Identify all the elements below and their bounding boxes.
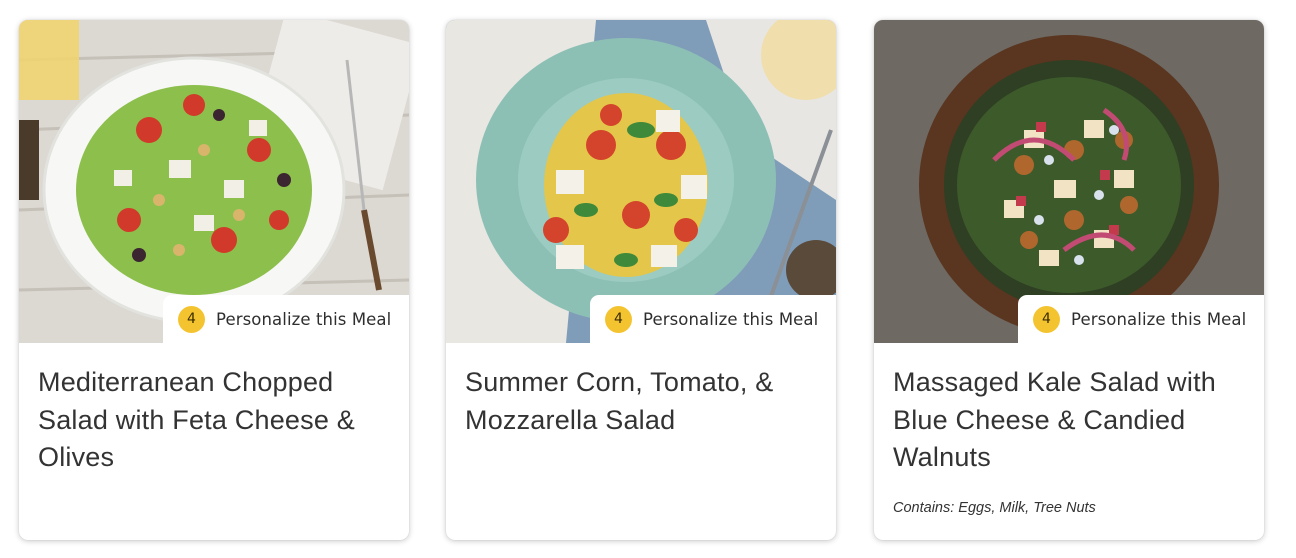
personalize-meal-badge[interactable]: 4 Personalize this Meal — [1018, 295, 1264, 343]
allergen-contains-text: Contains: Eggs, Milk, Tree Nuts — [893, 500, 1096, 516]
personalize-count-badge: 4 — [605, 305, 632, 333]
meal-card[interactable]: 4 Personalize this Meal Mediterranean Ch… — [19, 20, 409, 540]
meal-card[interactable]: 4 Personalize this Meal Massaged Kale Sa… — [874, 20, 1264, 540]
personalize-meal-label: Personalize this Meal — [1071, 309, 1247, 329]
personalize-meal-badge[interactable]: 4 Personalize this Meal — [163, 295, 409, 343]
meal-title[interactable]: Massaged Kale Salad with Blue Cheese & C… — [893, 364, 1243, 477]
meal-title[interactable]: Summer Corn, Tomato, & Mozzarella Salad — [465, 364, 815, 439]
personalize-meal-badge[interactable]: 4 Personalize this Meal — [590, 295, 836, 343]
meal-title[interactable]: Mediterranean Chopped Salad with Feta Ch… — [38, 364, 388, 477]
personalize-meal-label: Personalize this Meal — [216, 309, 392, 329]
personalize-count-badge: 4 — [1033, 305, 1060, 333]
personalize-count-badge: 4 — [178, 305, 205, 333]
meal-card-grid: 4 Personalize this Meal Mediterranean Ch… — [0, 0, 1296, 558]
personalize-meal-label: Personalize this Meal — [643, 309, 819, 329]
meal-card[interactable]: 4 Personalize this Meal Summer Corn, Tom… — [446, 20, 836, 540]
